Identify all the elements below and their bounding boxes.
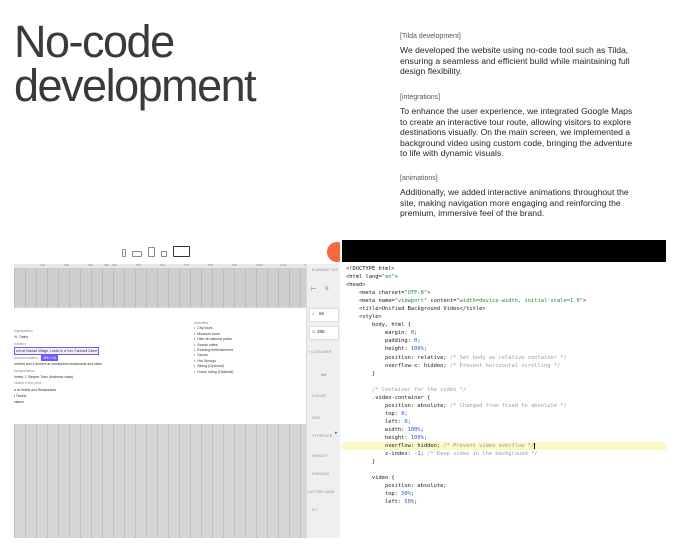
code-line: top: 0; (346, 410, 408, 417)
fit-label: FIT (312, 508, 318, 512)
w-label: W (312, 330, 316, 334)
align-left-icon[interactable]: ⊢ (311, 286, 316, 293)
ruler-tick: 100 (40, 264, 46, 267)
code-line: <html lang="en"> (346, 274, 398, 281)
ruler-tick: 500 (136, 264, 142, 267)
spacing-label: SPACING (312, 472, 330, 476)
ruler-tick: 1000 (256, 264, 263, 267)
code-line: position: relative; /* Set body as relat… (346, 354, 567, 361)
ruler-active-position: 440 (104, 264, 110, 267)
typeface-label: TYPEFACE (312, 434, 333, 438)
ruler-tick: 400 (112, 264, 118, 267)
code-line: .video-container { (346, 394, 431, 401)
section-tag: [integrations] (400, 94, 441, 101)
section-body: To enhance the user experience, we integ… (400, 106, 633, 159)
chevron-down-icon[interactable]: ▸ (335, 430, 338, 436)
code-line: overflow-x: hidden; /* Prevent horizonta… (346, 362, 561, 369)
activities-list: Activities City toursMuseum toursHike at… (194, 321, 274, 375)
code-line: } (346, 459, 376, 466)
editor-title-bar (342, 240, 666, 262)
code-line: video { (346, 475, 395, 482)
size-label: SIZE (312, 416, 321, 420)
tour-detail-line: ech at Nomad Village, Lunch in a Yurt, F… (14, 346, 124, 356)
desktop-icon[interactable] (173, 246, 190, 257)
builder-canvas: 1002003004005006007008009001000110012004… (14, 264, 306, 538)
section-integrations: [integrations] To enhance the user exper… (400, 94, 640, 159)
panel-header: ELEMENT SIZ (312, 268, 338, 272)
ruler-tick: 1100 (280, 264, 287, 267)
x-label: X (312, 312, 315, 316)
code-line: z-index: -1; /* Keep video in the backgr… (346, 451, 538, 458)
code-line: overflow: hidden; /* Prevent video overf… (342, 442, 666, 451)
align-value[interactable]: left (321, 372, 326, 377)
phone-landscape-icon[interactable] (132, 251, 142, 257)
ruler-tick: 600 (160, 264, 166, 267)
section-tilda: [Tilda development] We developed the web… (400, 33, 640, 77)
code-line: height: 100%; (346, 434, 428, 441)
section-tag: [Tilda development] (400, 33, 461, 40)
code-line: <meta charset="UTF-8"> (346, 290, 431, 297)
code-line: width: 100%; (346, 426, 424, 433)
code-editor-screenshot: <!DOCTYPE html> <html lang="en"> <head> <m… (342, 240, 666, 538)
code-line: body, html { (346, 322, 411, 329)
code-line: left: 0; (346, 418, 411, 425)
w-value: 386 (317, 329, 325, 334)
color-label: COLOR (312, 394, 326, 398)
code-line: left: 50%; (346, 499, 418, 506)
ruler-tick: 300 (88, 264, 94, 267)
section-tag: [animations] (400, 175, 438, 182)
activity-item: Horse riding (Optional) (194, 370, 274, 375)
code-block: <!DOCTYPE html> <html lang="en"> <head> <m… (342, 265, 666, 506)
code-line: position: absolute; /* Changed from fixe… (346, 402, 567, 409)
letter-case-label: LETTER CASE (308, 490, 335, 494)
ruler-tick: 800 (208, 264, 214, 267)
add-container-link[interactable]: + CONTAINER (308, 350, 331, 354)
code-line: <meta name="viewport" content="width=dev… (346, 298, 587, 305)
section-body: We developed the website using no-code t… (400, 45, 630, 77)
code-line: <!DOCTYPE html> (346, 266, 395, 272)
code-line: top: 50%; (346, 491, 415, 498)
page-title: No-code development (14, 16, 257, 111)
ruler-tick: 200 (64, 264, 70, 267)
publish-button-icon[interactable] (327, 242, 340, 262)
code-line: <title>Unified Background Video</title> (346, 306, 486, 313)
tablet-landscape-icon[interactable] (161, 251, 167, 257)
element-settings-panel: ELEMENT SIZ ⊢ ≡ X 66 W 386 + CONTAINER l… (306, 264, 340, 538)
code-line: padding: 0; (346, 338, 421, 345)
weight-label: WEIGHT (312, 454, 328, 458)
tour-detail-line: ctance (14, 400, 24, 405)
section-animations: [animations] Additionally, we added inte… (400, 175, 640, 219)
x-value: 66 (319, 311, 325, 316)
device-switcher (122, 246, 190, 257)
ruler-tick: 900 (232, 264, 238, 267)
code-line: <head> (346, 282, 366, 289)
phone-icon[interactable] (122, 249, 126, 257)
ruler-tick: 700 (184, 264, 190, 267)
tablet-icon[interactable] (148, 247, 155, 257)
builder-toolbar (14, 240, 340, 264)
tour-details-text: organization%, Trains nutrition ech at Nom… (14, 328, 124, 406)
section-body: Additionally, we added interactive anima… (400, 187, 629, 219)
code-line: } (346, 370, 376, 377)
code-line: /* Container for the video */ (371, 386, 467, 393)
tilda-builder-screenshot: 1002003004005006007008009001000110012004… (14, 240, 340, 538)
code-line: height: 100%; (346, 346, 428, 353)
align-center-icon[interactable]: ≡ (325, 286, 329, 292)
code-line: <style> (346, 314, 382, 321)
code-line: position: absolute; (346, 483, 447, 490)
ruler: 1002003004005006007008009001000110012004… (14, 264, 306, 269)
code-line: margin: 0; (346, 330, 418, 337)
selected-content-block[interactable]: organization%, Trains nutrition ech at Nom… (14, 308, 306, 424)
